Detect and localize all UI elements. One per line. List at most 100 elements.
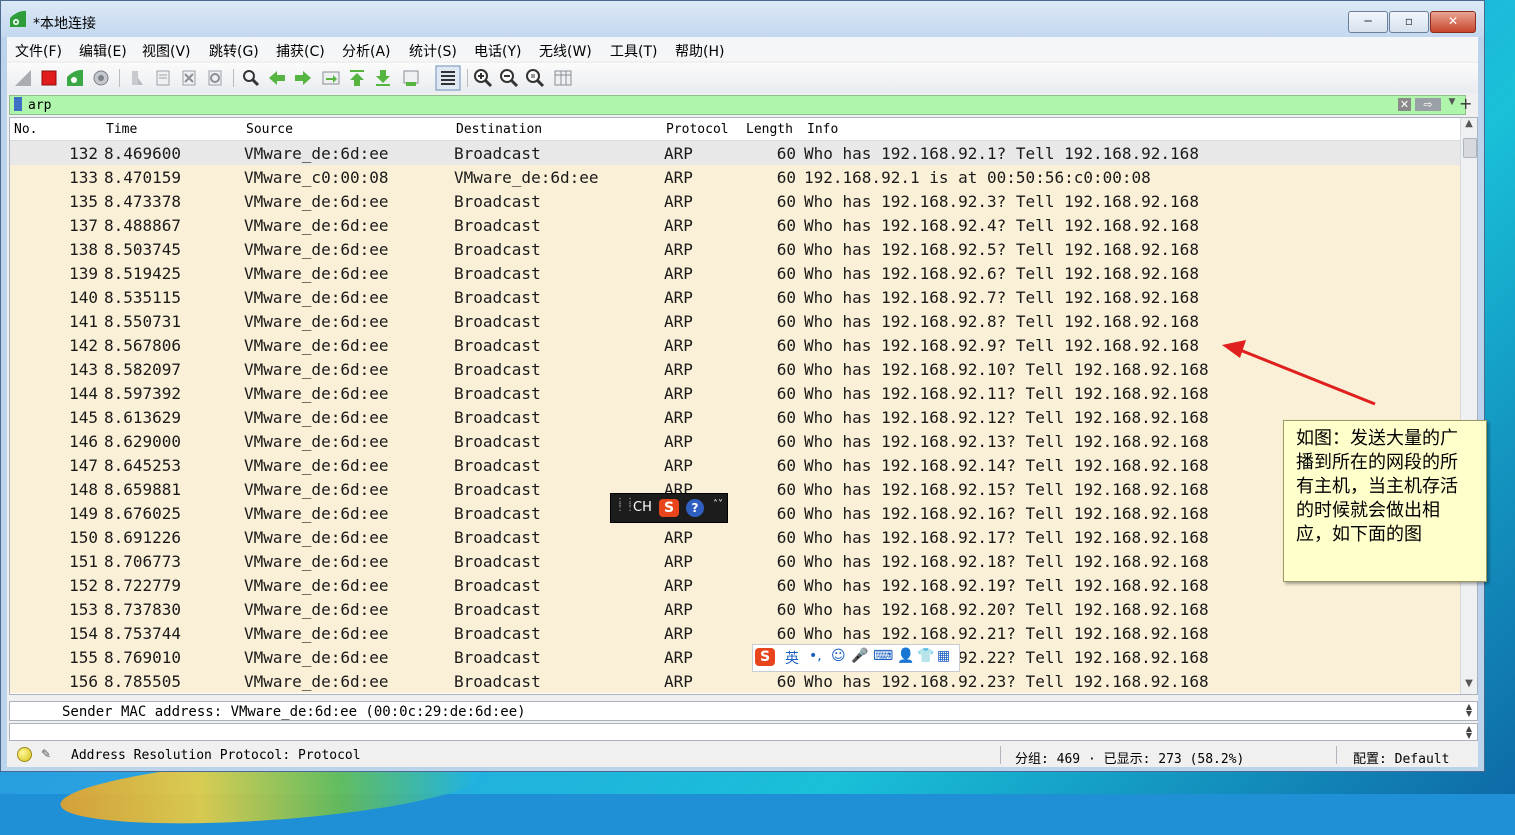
cell-length: 60 bbox=[776, 240, 796, 259]
table-row[interactable]: 145 8.613629 VMware_de:6d:ee Broadcast ARP 60… bbox=[10, 405, 1460, 429]
auto-scroll-icon[interactable] bbox=[401, 68, 421, 88]
resize-columns-icon[interactable] bbox=[553, 68, 573, 88]
apply-filter-button[interactable]: ⇨ bbox=[1415, 98, 1441, 111]
table-row[interactable]: 149 8.676025 VMware_de:6d:ee Broadcast 60 Who… bbox=[10, 501, 1460, 525]
close-file-icon[interactable] bbox=[179, 68, 199, 88]
close-button[interactable]: ✕ bbox=[1430, 11, 1476, 33]
table-row[interactable]: 139 8.519425 VMware_de:6d:ee Broadcast ARP 60… bbox=[10, 261, 1460, 285]
column-header-time[interactable]: Time bbox=[106, 122, 137, 137]
filter-bookmark-icon[interactable] bbox=[14, 97, 22, 111]
colorize-icon[interactable] bbox=[435, 65, 461, 91]
packet-details-pane[interactable]: Sender MAC address: VMware_de:6d:ee (00:… bbox=[9, 701, 1478, 721]
punctuation-icon[interactable]: •, bbox=[809, 648, 822, 664]
ime-language-bar[interactable]: ⋮⋮ ⋮⋮ CH S ? ˄˅ bbox=[610, 493, 728, 523]
table-row[interactable]: 140 8.535115 VMware_de:6d:ee Broadcast ARP 60… bbox=[10, 285, 1460, 309]
go-forward-icon[interactable] bbox=[293, 68, 313, 88]
stop-capture-icon[interactable] bbox=[39, 68, 59, 88]
table-row[interactable]: 146 8.629000 VMware_de:6d:ee Broadcast ARP 60… bbox=[10, 429, 1460, 453]
packet-bytes-pane[interactable]: ▲ ▼ bbox=[9, 723, 1478, 741]
table-row[interactable]: 144 8.597392 VMware_de:6d:ee Broadcast ARP 60… bbox=[10, 381, 1460, 405]
details-scroll-icon[interactable]: ▲ ▼ bbox=[1463, 703, 1475, 718]
scrollbar-thumb[interactable] bbox=[1463, 138, 1477, 158]
column-header-protocol[interactable]: Protocol bbox=[666, 122, 729, 137]
ime-menu-icon[interactable]: ˄˅ bbox=[713, 499, 723, 510]
table-row[interactable]: 147 8.645253 VMware_de:6d:ee Broadcast ARP 60… bbox=[10, 453, 1460, 477]
column-header-length[interactable]: Length bbox=[746, 122, 793, 137]
minimize-button[interactable]: ─ bbox=[1348, 11, 1388, 33]
packet-list-scrollbar[interactable]: ▲ ▼ bbox=[1460, 118, 1477, 694]
ime-toolbar[interactable]: S 英 •, ☺ 🎤 ⌨ 👤 👕 ▦ bbox=[752, 644, 960, 672]
menu-wireless[interactable]: 无线(W) bbox=[539, 41, 592, 61]
expert-info-icon[interactable] bbox=[17, 747, 32, 762]
column-header-info[interactable]: Info bbox=[807, 122, 838, 137]
zoom-out-icon[interactable] bbox=[499, 68, 519, 88]
table-row[interactable]: 135 8.473378 VMware_de:6d:ee Broadcast ARP 60… bbox=[10, 189, 1460, 213]
display-filter-input[interactable] bbox=[28, 97, 1388, 113]
toolbox-icon[interactable]: ▦ bbox=[937, 648, 950, 664]
user-account-icon[interactable]: 👤 bbox=[897, 648, 914, 664]
menu-statistics[interactable]: 统计(S) bbox=[409, 41, 457, 61]
menu-analyze[interactable]: 分析(A) bbox=[342, 41, 391, 61]
zoom-normal-icon[interactable] bbox=[525, 68, 545, 88]
menu-tools[interactable]: 工具(T) bbox=[610, 41, 657, 61]
maximize-button[interactable]: ▫ bbox=[1389, 11, 1429, 33]
table-row[interactable]: 143 8.582097 VMware_de:6d:ee Broadcast ARP 60… bbox=[10, 357, 1460, 381]
restart-capture-icon[interactable] bbox=[65, 68, 85, 88]
table-row[interactable]: 152 8.722779 VMware_de:6d:ee Broadcast ARP 60… bbox=[10, 573, 1460, 597]
go-last-icon[interactable] bbox=[373, 68, 393, 88]
zoom-in-icon[interactable] bbox=[473, 68, 493, 88]
go-to-packet-icon[interactable] bbox=[321, 68, 341, 88]
emoji-icon[interactable]: ☺ bbox=[831, 648, 846, 664]
column-header-source[interactable]: Source bbox=[246, 122, 293, 137]
capture-comment-icon[interactable]: ✎ bbox=[41, 747, 51, 761]
table-row[interactable]: 142 8.567806 VMware_de:6d:ee Broadcast ARP 60… bbox=[10, 333, 1460, 357]
table-row[interactable]: 156 8.785505 VMware_de:6d:ee Broadcast ARP 60… bbox=[10, 669, 1460, 693]
column-header-no[interactable]: No. bbox=[14, 122, 37, 137]
ime-mode-toggle[interactable]: 英 bbox=[785, 648, 799, 668]
reload-file-icon[interactable] bbox=[205, 68, 225, 88]
open-file-icon[interactable] bbox=[127, 68, 147, 88]
table-row[interactable]: 153 8.737830 VMware_de:6d:ee Broadcast ARP 60… bbox=[10, 597, 1460, 621]
clear-filter-button[interactable]: ✕ bbox=[1398, 98, 1411, 111]
table-row[interactable]: 151 8.706773 VMware_de:6d:ee Broadcast ARP 60… bbox=[10, 549, 1460, 573]
table-row[interactable]: 137 8.488867 VMware_de:6d:ee Broadcast ARP 60… bbox=[10, 213, 1460, 237]
save-file-icon[interactable] bbox=[153, 68, 173, 88]
table-row[interactable]: 154 8.753744 VMware_de:6d:ee Broadcast ARP 60… bbox=[10, 621, 1460, 645]
find-packet-icon[interactable] bbox=[241, 68, 261, 88]
table-row[interactable]: 138 8.503745 VMware_de:6d:ee Broadcast ARP 60… bbox=[10, 237, 1460, 261]
soft-keyboard-icon[interactable]: ⌨ bbox=[873, 648, 893, 664]
table-row[interactable]: 132 8.469600 VMware_de:6d:ee Broadcast ARP 60… bbox=[10, 141, 1460, 165]
table-row[interactable]: 133 8.470159 VMware_c0:00:08 VMware_de:6d:e… bbox=[10, 165, 1460, 189]
table-row[interactable]: 150 8.691226 VMware_de:6d:ee Broadcast ARP 60… bbox=[10, 525, 1460, 549]
ime-language-label[interactable]: CH bbox=[633, 500, 652, 515]
sogou-icon[interactable]: S bbox=[659, 499, 679, 517]
menu-view[interactable]: 视图(V) bbox=[142, 41, 191, 61]
scroll-up-icon[interactable]: ▲ bbox=[1461, 118, 1477, 134]
go-first-icon[interactable] bbox=[347, 68, 367, 88]
table-row[interactable]: 141 8.550731 VMware_de:6d:ee Broadcast ARP 60… bbox=[10, 309, 1460, 333]
status-profile[interactable]: 配置: Default bbox=[1353, 748, 1449, 767]
go-back-icon[interactable] bbox=[267, 68, 287, 88]
filter-history-dropdown[interactable]: ▼ bbox=[1445, 97, 1459, 112]
bytes-scroll-icon[interactable]: ▲ ▼ bbox=[1463, 725, 1475, 740]
detail-line[interactable]: Sender MAC address: VMware_de:6d:ee (00:… bbox=[62, 704, 526, 720]
scroll-down-icon[interactable]: ▼ bbox=[1461, 678, 1477, 694]
menu-telephony[interactable]: 电话(Y) bbox=[474, 41, 521, 61]
help-icon[interactable]: ? bbox=[686, 499, 704, 517]
title-bar[interactable]: *本地连接 ─ ▫ ✕ bbox=[1, 1, 1484, 37]
skin-icon[interactable]: 👕 bbox=[917, 648, 934, 664]
table-row[interactable]: 1558.769010VMware_de:6d:eeBroadcastARP60… bbox=[10, 645, 1460, 669]
ime-grip-icon[interactable]: ⋮⋮ ⋮⋮ bbox=[615, 498, 635, 516]
column-header-destination[interactable]: Destination bbox=[456, 122, 542, 137]
start-capture-icon[interactable] bbox=[13, 68, 33, 88]
menu-file[interactable]: 文件(F) bbox=[15, 41, 62, 61]
add-filter-button[interactable]: + bbox=[1459, 94, 1472, 113]
menu-capture[interactable]: 捕获(C) bbox=[276, 41, 325, 61]
sogou-logo-icon[interactable]: S bbox=[755, 648, 775, 666]
voice-input-icon[interactable]: 🎤 bbox=[851, 648, 868, 664]
table-row[interactable]: 148 8.659881 VMware_de:6d:ee Broadcast ARP 60… bbox=[10, 477, 1460, 501]
menu-edit[interactable]: 编辑(E) bbox=[79, 41, 127, 61]
capture-options-icon[interactable] bbox=[91, 68, 111, 88]
menu-help[interactable]: 帮助(H) bbox=[675, 41, 724, 61]
menu-go[interactable]: 跳转(G) bbox=[209, 41, 259, 61]
